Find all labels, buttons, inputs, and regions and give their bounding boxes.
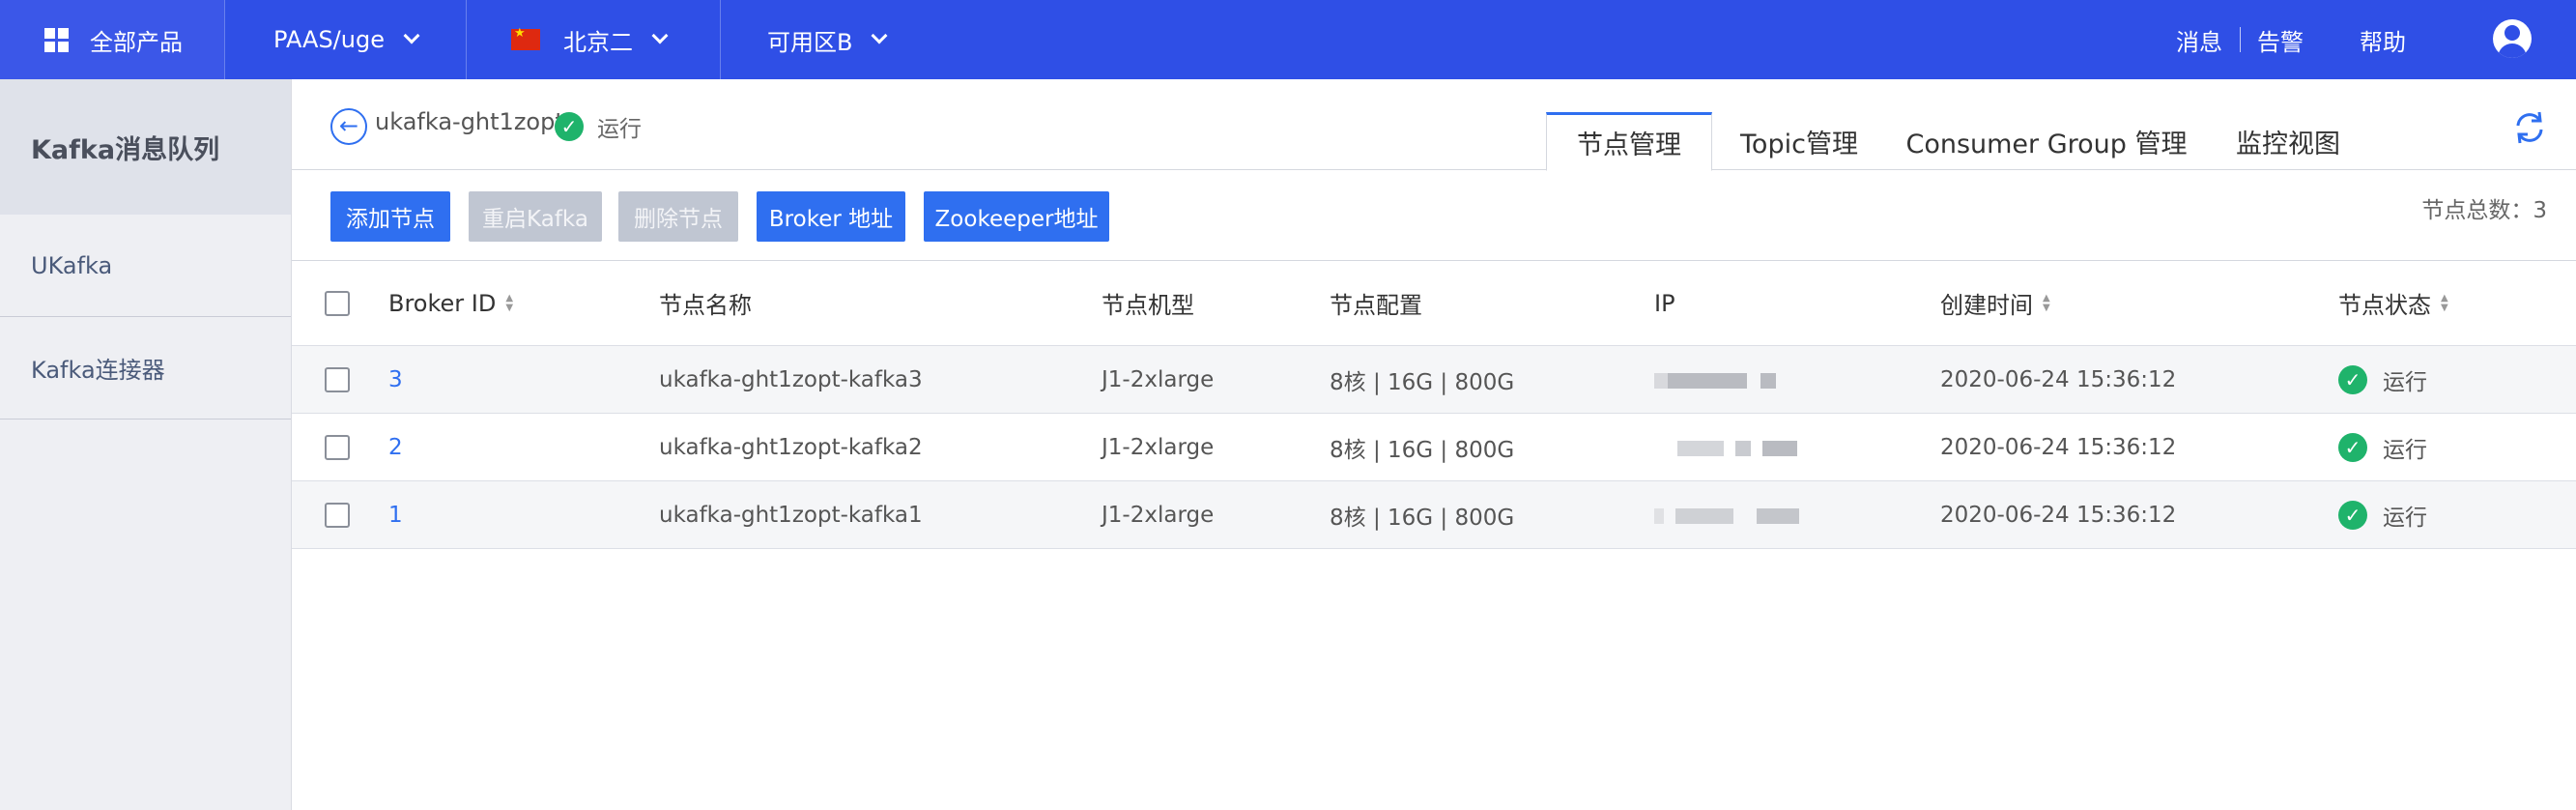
column-header-label: 创建时间 (1940, 292, 2033, 319)
sort-icon[interactable]: ▲ ▼ (505, 293, 513, 313)
project-selector[interactable]: PAAS/uge (273, 0, 420, 79)
node-toolbar: 添加节点 重启Kafka 删除节点 Broker 地址 Zookeeper地址 … (292, 170, 2576, 261)
node-name: ukafka-ght1zopt-kafka2 (659, 434, 923, 460)
check-circle-icon: ✓ (2338, 432, 2367, 462)
divider (720, 0, 721, 79)
node-name: ukafka-ght1zopt-kafka1 (659, 502, 923, 528)
table-row[interactable]: 2 ukafka-ght1zopt-kafka2 J1-2xlarge 8核 |… (292, 414, 2576, 481)
table-row[interactable]: 3 ukafka-ght1zopt-kafka3 J1-2xlarge 8核 |… (292, 346, 2576, 414)
divider (224, 0, 225, 79)
check-circle-icon: ✓ (2338, 500, 2367, 530)
chevron-down-icon (651, 27, 669, 44)
broker-id-link[interactable]: 1 (388, 481, 403, 548)
node-config: 8核 | 16G | 800G (1330, 369, 1515, 395)
select-all-checkbox[interactable] (325, 290, 350, 316)
row-select-cell (325, 481, 350, 548)
help-link[interactable]: 帮助 (2360, 0, 2406, 79)
broker-id-link[interactable]: 3 (388, 346, 403, 413)
node-state: ✓ 运行 (2338, 414, 2427, 480)
node-state-label: 运行 (2383, 437, 2427, 463)
all-products-menu[interactable]: 全部产品 (0, 0, 224, 79)
main-content: ← ukafka-ght1zopt ✓ 运行 节点管理 Topic管理 Cons… (292, 79, 2576, 810)
column-header-broker-id[interactable]: Broker ID ▲ ▼ (388, 261, 513, 345)
sort-icon[interactable]: ▲ ▼ (2441, 293, 2448, 313)
created-at: 2020-06-24 15:36:12 (1940, 366, 2177, 392)
column-header-label: Broker ID (388, 289, 497, 317)
zookeeper-address-button[interactable]: Zookeeper地址 (924, 191, 1109, 242)
ip-address-redacted (1654, 414, 1809, 480)
tab-monitoring-view[interactable]: 监控视图 (2220, 112, 2356, 170)
chevron-down-icon (871, 27, 888, 44)
tab-topic-management[interactable]: Topic管理 (1722, 112, 1876, 170)
broker-address-button[interactable]: Broker 地址 (757, 191, 905, 242)
refresh-icon[interactable] (2510, 108, 2549, 147)
region-label: 北京二 (563, 28, 633, 56)
alerts-link[interactable]: 告警 (2257, 0, 2304, 79)
created-at: 2020-06-24 15:36:12 (1940, 434, 2177, 460)
sidebar-title: Kafka消息队列 (0, 79, 291, 215)
row-select-cell (325, 414, 350, 480)
check-circle-icon: ✓ (2338, 364, 2367, 394)
column-header-ip: IP (1654, 289, 1675, 317)
divider (2240, 27, 2241, 52)
column-header-node-type: 节点机型 (1102, 292, 1194, 319)
sidebar-item-kafka-connector[interactable]: Kafka连接器 (0, 317, 291, 419)
row-checkbox[interactable] (325, 434, 350, 460)
ip-address-redacted (1654, 481, 1809, 548)
sidebar: Kafka消息队列 UKafka Kafka连接器 (0, 79, 292, 810)
add-node-button[interactable]: 添加节点 (330, 191, 450, 242)
instance-status: 运行 (597, 117, 642, 142)
node-table: Broker ID ▲ ▼ 节点名称 节点机型 节点配置 IP 创建时间 ▲ ▼ 节… (292, 261, 2576, 549)
top-nav-bar: 全部产品 PAAS/uge 北京二 可用区B 消息 告警 帮助 (0, 0, 2576, 79)
china-flag-icon (511, 26, 540, 50)
node-name: ukafka-ght1zopt-kafka3 (659, 366, 923, 392)
zone-label: 可用区B (767, 28, 853, 56)
zone-selector[interactable]: 可用区B (767, 0, 888, 79)
all-products-label: 全部产品 (90, 28, 183, 56)
back-arrow-icon[interactable]: ← (330, 108, 367, 145)
check-circle-icon: ✓ (555, 112, 584, 141)
tab-node-management[interactable]: 节点管理 (1546, 112, 1712, 171)
select-all-cell (325, 261, 350, 345)
sidebar-item-ukafka[interactable]: UKafka (0, 215, 291, 317)
broker-id-link[interactable]: 2 (388, 414, 403, 480)
column-header-node-config: 节点配置 (1330, 292, 1422, 319)
tab-consumer-group-management[interactable]: Consumer Group 管理 (1902, 112, 2191, 170)
created-at: 2020-06-24 15:36:12 (1940, 502, 2177, 528)
node-total-count: 节点总数：3 (2421, 198, 2547, 223)
ip-address-redacted (1654, 346, 1809, 413)
restart-kafka-button[interactable]: 重启Kafka (469, 191, 602, 242)
project-label: PAAS/uge (273, 26, 385, 53)
node-config: 8核 | 16G | 800G (1330, 437, 1515, 463)
row-select-cell (325, 346, 350, 413)
node-type: J1-2xlarge (1102, 366, 1215, 392)
node-state-label: 运行 (2383, 369, 2427, 395)
user-avatar-icon[interactable] (2493, 19, 2532, 58)
column-header-label: 节点状态 (2338, 292, 2431, 319)
instance-header: ← ukafka-ght1zopt ✓ 运行 节点管理 Topic管理 Cons… (292, 79, 2576, 171)
sort-icon[interactable]: ▲ ▼ (2043, 293, 2050, 313)
node-state-label: 运行 (2383, 505, 2427, 531)
row-checkbox[interactable] (325, 366, 350, 392)
column-header-node-state[interactable]: 节点状态 ▲ ▼ (2338, 261, 2448, 345)
divider (466, 0, 467, 79)
node-config: 8核 | 16G | 800G (1330, 505, 1515, 531)
grid-icon (44, 27, 69, 52)
node-state: ✓ 运行 (2338, 481, 2427, 548)
instance-name: ukafka-ght1zopt (375, 108, 564, 135)
region-selector[interactable]: 北京二 (511, 0, 669, 79)
chevron-down-icon (403, 27, 420, 44)
column-header-created-at[interactable]: 创建时间 ▲ ▼ (1940, 261, 2050, 345)
delete-node-button[interactable]: 删除节点 (618, 191, 738, 242)
row-checkbox[interactable] (325, 502, 350, 528)
column-header-node-name: 节点名称 (659, 292, 752, 319)
messages-link[interactable]: 消息 (2176, 0, 2222, 79)
table-row[interactable]: 1 ukafka-ght1zopt-kafka1 J1-2xlarge 8核 |… (292, 481, 2576, 549)
node-type: J1-2xlarge (1102, 434, 1215, 460)
table-header-row: Broker ID ▲ ▼ 节点名称 节点机型 节点配置 IP 创建时间 ▲ ▼ 节… (292, 261, 2576, 346)
node-state: ✓ 运行 (2338, 346, 2427, 413)
node-type: J1-2xlarge (1102, 502, 1215, 528)
